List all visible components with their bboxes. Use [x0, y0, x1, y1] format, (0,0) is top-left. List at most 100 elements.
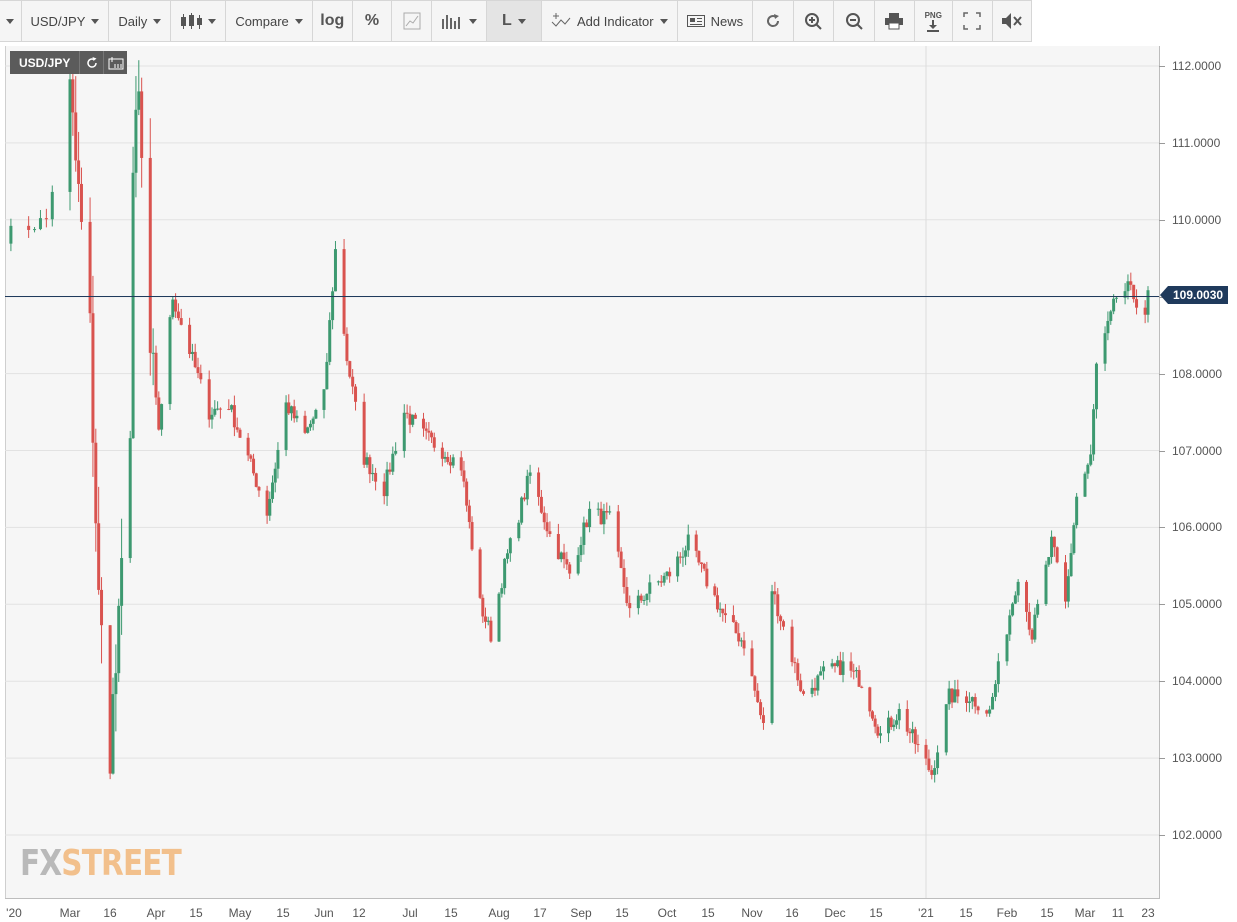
x-tick-label: Sep	[570, 906, 592, 920]
candle-up	[662, 575, 666, 583]
candle-up	[503, 558, 507, 589]
candle-down	[813, 687, 817, 691]
candle-up	[325, 361, 329, 390]
candle-up	[137, 91, 141, 110]
candle-down	[876, 726, 880, 736]
candle-down	[424, 428, 428, 431]
candle-down	[833, 663, 837, 667]
candle-up	[1047, 557, 1051, 565]
candlestick-series	[9, 58, 1150, 783]
candle-up	[168, 317, 172, 405]
candle-down	[625, 586, 629, 604]
candle-down	[585, 522, 589, 528]
candle-down	[462, 470, 466, 482]
candle-up	[830, 663, 834, 667]
x-tick-label: 15	[869, 906, 883, 920]
candle-up	[528, 472, 532, 476]
candle-up	[1050, 536, 1054, 558]
candle-up	[816, 675, 820, 691]
candle-down	[852, 670, 856, 672]
candle-down	[522, 497, 526, 500]
candle-down	[731, 615, 735, 623]
candle-up	[486, 620, 490, 622]
candle-down	[723, 613, 727, 616]
candle-down	[427, 430, 431, 433]
candle-up	[151, 352, 155, 354]
reload-series-button[interactable]	[79, 51, 104, 74]
x-tick-label: '20	[6, 906, 22, 920]
candle-up	[402, 412, 406, 452]
candle-down	[737, 633, 741, 642]
candle-up	[645, 593, 649, 600]
candle-down	[342, 249, 346, 334]
candle-up	[596, 508, 600, 510]
candle-up	[576, 555, 580, 574]
y-tick-label: 104.0000	[1172, 674, 1223, 689]
price-chart[interactable]	[0, 0, 1237, 922]
candle-down	[413, 414, 417, 419]
candle-up	[892, 724, 896, 728]
candle-down	[694, 534, 698, 551]
candle-down	[916, 744, 920, 746]
refresh-icon	[87, 56, 97, 68]
candle-down	[108, 625, 112, 774]
candle-down	[481, 597, 485, 617]
settings-series-button[interactable]	[103, 51, 128, 74]
candle-up	[988, 709, 992, 714]
y-tick-mark	[1159, 527, 1165, 529]
candle-down	[849, 661, 853, 671]
candle-down	[1052, 536, 1056, 548]
y-tick-mark	[1159, 835, 1165, 836]
candle-up	[944, 704, 948, 753]
candle-down	[252, 458, 256, 474]
candle-down	[362, 401, 366, 465]
candle-down	[249, 455, 253, 459]
y-tick-mark	[1159, 450, 1165, 452]
candle-down	[548, 531, 552, 535]
candle-up	[991, 696, 995, 710]
candle-down	[873, 718, 877, 727]
candle-up	[854, 670, 858, 672]
candle-up	[841, 661, 845, 675]
candle-down	[793, 662, 797, 664]
candle-down	[545, 522, 549, 532]
candle-up	[810, 687, 814, 694]
candle-up	[1112, 298, 1116, 312]
candle-down	[678, 556, 682, 558]
candle-up	[331, 291, 335, 321]
candle-up	[50, 191, 54, 220]
candle-up	[718, 608, 722, 610]
candle-down	[91, 313, 95, 443]
x-tick-label: 15	[615, 906, 629, 920]
candle-up	[887, 717, 891, 734]
candle-up	[9, 225, 13, 244]
candle-down	[287, 402, 291, 414]
candle-down	[756, 690, 760, 703]
candle-down	[254, 473, 258, 487]
candle-down	[715, 595, 719, 610]
candle-down	[148, 157, 152, 353]
candle-up	[284, 402, 288, 450]
candle-up	[497, 593, 501, 642]
candle-down	[565, 559, 569, 565]
candle-down	[154, 352, 158, 398]
candle-down	[238, 429, 242, 438]
candle-down	[478, 549, 482, 598]
candle-up	[897, 709, 901, 721]
candle-up	[508, 538, 512, 554]
candle-down	[860, 686, 864, 688]
candle-up	[1126, 281, 1130, 292]
candle-up	[268, 498, 272, 516]
candle-up	[322, 389, 326, 410]
candle-up	[68, 79, 72, 192]
candle-down	[1025, 581, 1028, 612]
candle-up	[1083, 473, 1087, 497]
candle-down	[176, 311, 180, 319]
candle-down	[188, 324, 192, 355]
table-icon	[108, 56, 124, 69]
candle-down	[742, 640, 746, 649]
candle-up	[588, 508, 592, 528]
candle-down	[628, 603, 632, 609]
candle-up	[686, 534, 690, 551]
candle-up	[1094, 363, 1098, 410]
